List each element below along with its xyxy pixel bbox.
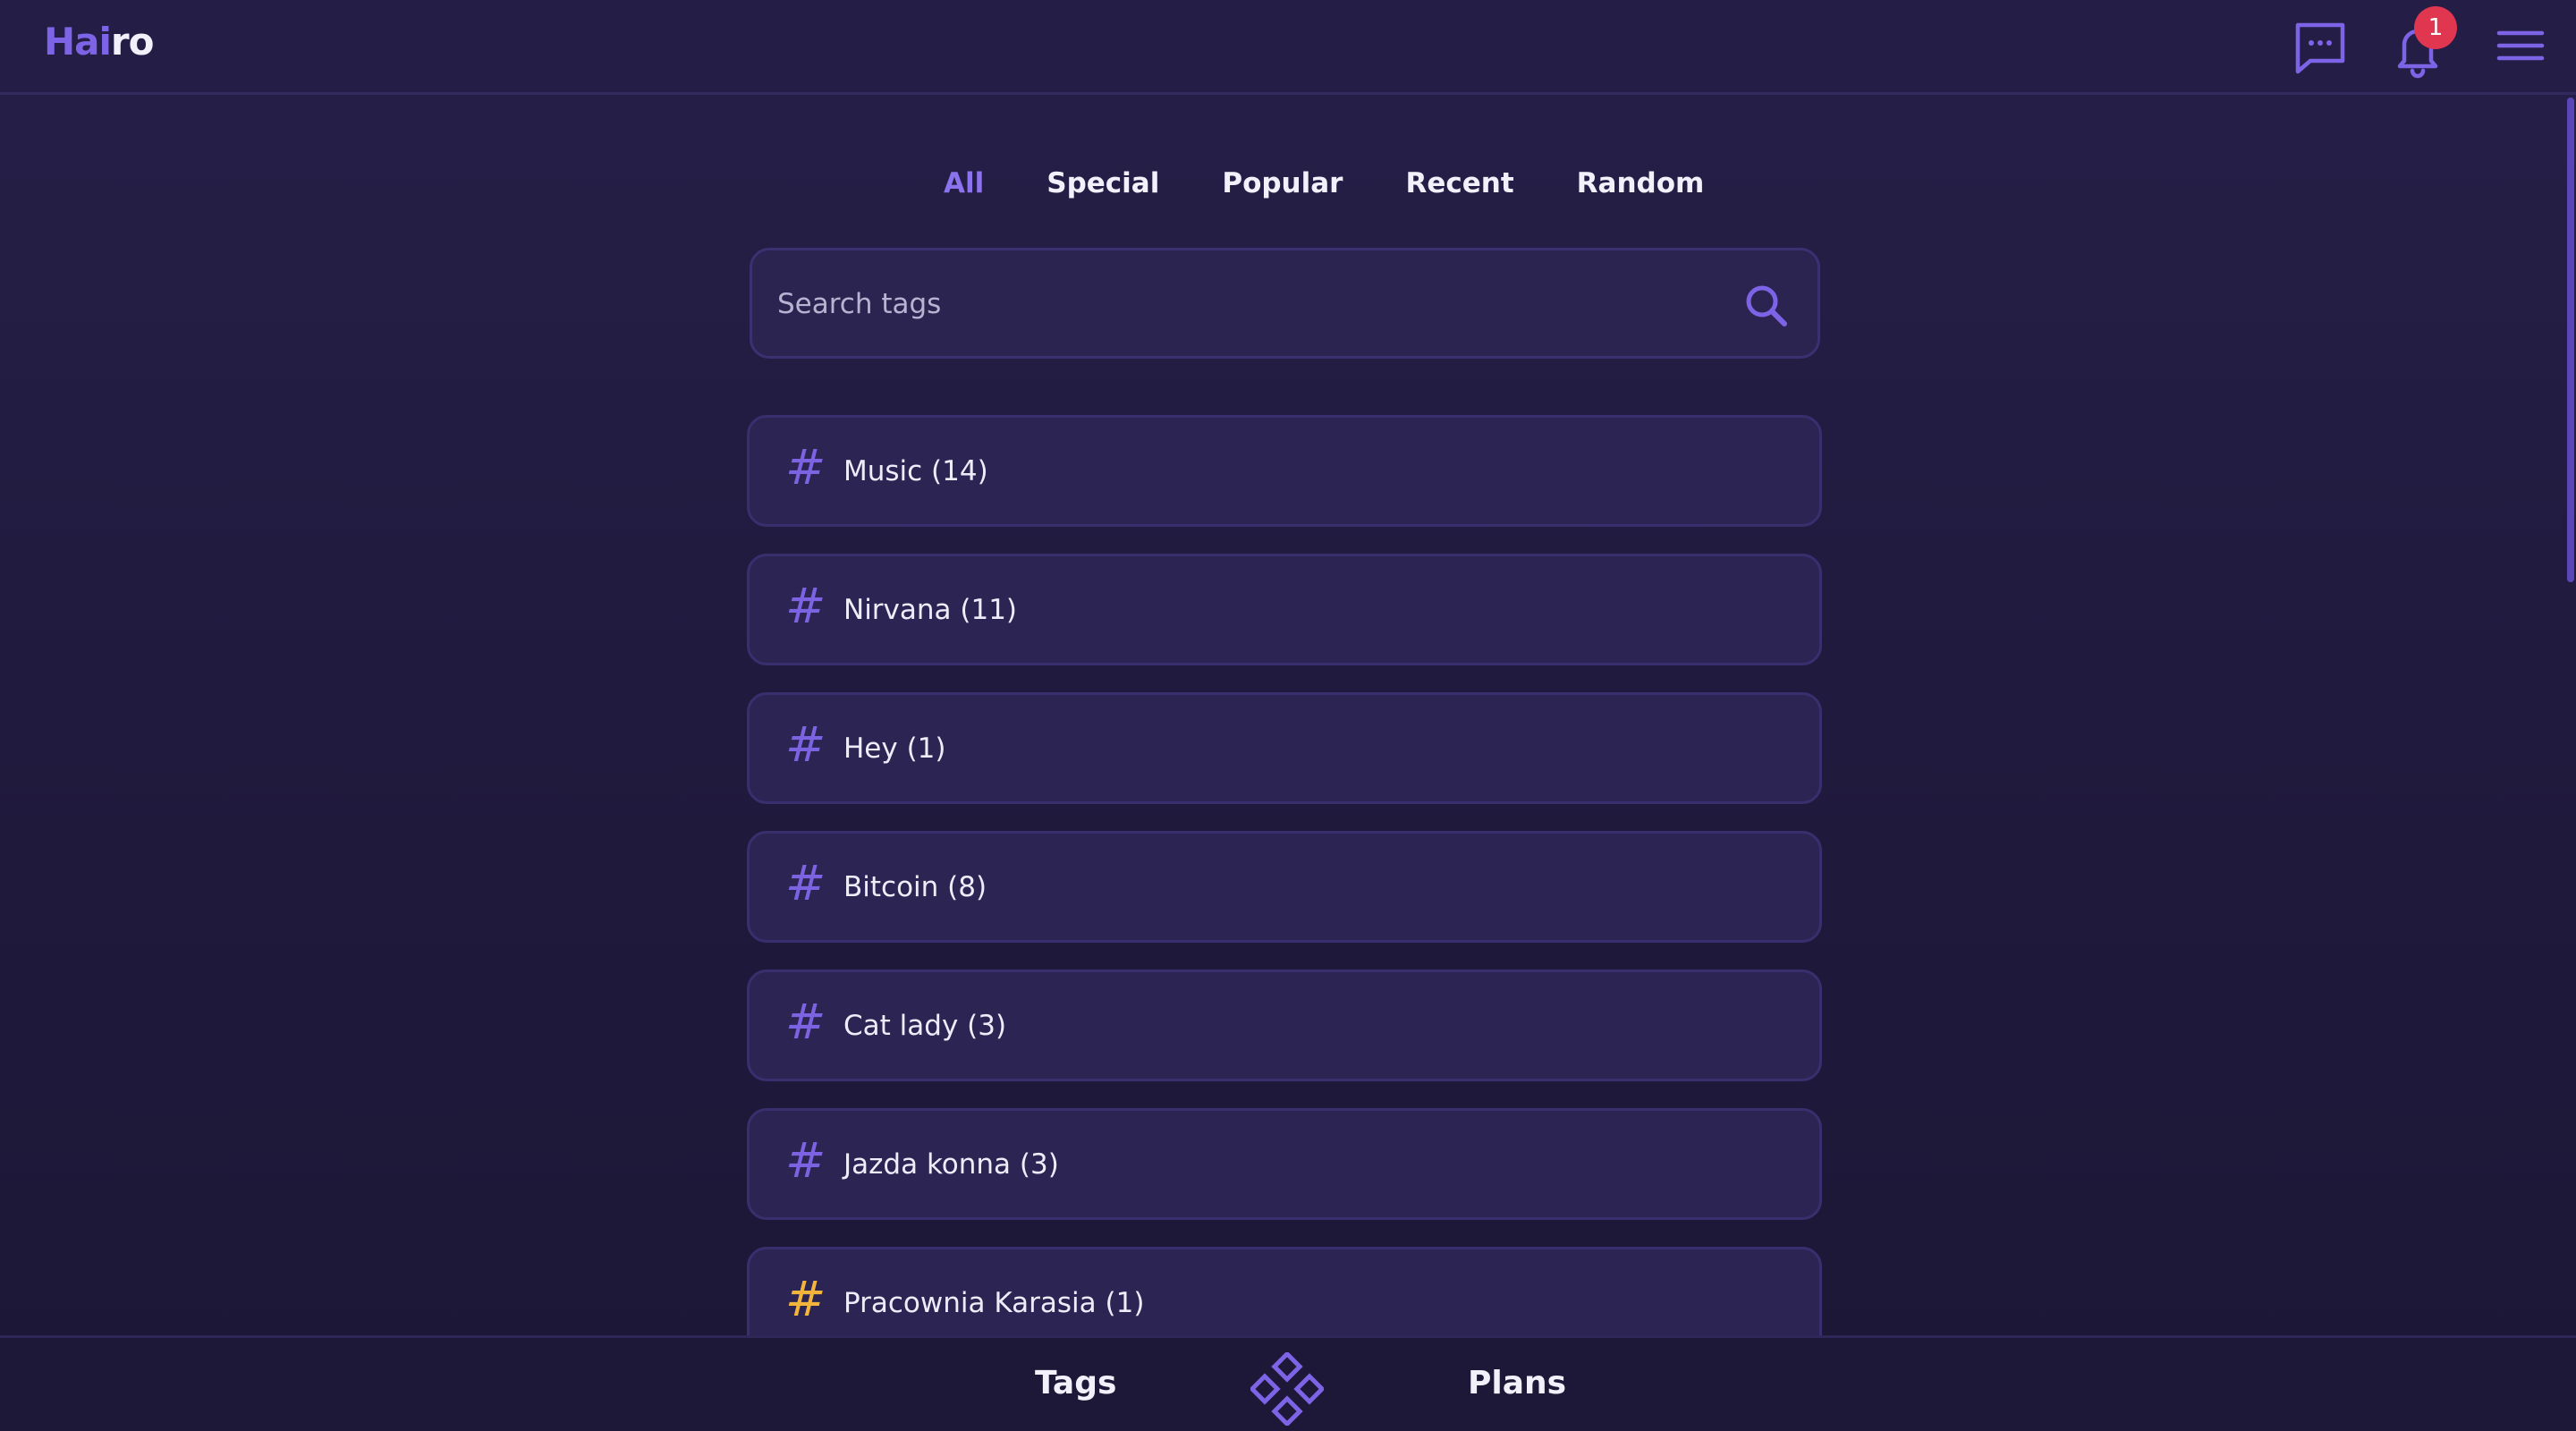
hash-icon: # (785, 855, 826, 911)
search-input[interactable] (777, 277, 1672, 331)
search-box (750, 248, 1820, 359)
hash-icon: # (785, 439, 826, 495)
nav-plans[interactable]: Plans (1468, 1365, 1566, 1401)
tag-item-hey[interactable]: # Hey (1) (747, 692, 1822, 804)
diamond-logo-icon[interactable] (1250, 1352, 1324, 1426)
tab-random[interactable]: Random (1546, 161, 1736, 206)
search-icon[interactable] (1741, 280, 1792, 332)
tab-special[interactable]: Special (1015, 161, 1191, 206)
tag-label: Pracownia Karasia (1) (843, 1287, 1145, 1319)
tag-item-nirvana[interactable]: # Nirvana (11) (747, 554, 1822, 665)
tab-popular[interactable]: Popular (1191, 161, 1374, 206)
hash-icon: # (785, 1132, 826, 1189)
tag-item-jazda-konna[interactable]: # Jazda konna (3) (747, 1108, 1822, 1220)
messages-button[interactable] (2287, 16, 2350, 79)
tab-all[interactable]: All (912, 161, 1015, 206)
logo-part-2: ro (110, 20, 155, 64)
tag-label: Nirvana (11) (843, 594, 1018, 626)
hash-icon: # (785, 578, 826, 634)
chat-icon (2295, 22, 2345, 74)
menu-button[interactable] (2487, 16, 2549, 79)
tag-label: Cat lady (3) (843, 1010, 1007, 1042)
filter-tabs: All Special Popular Recent Random (0, 161, 2576, 206)
tag-item-music[interactable]: # Music (14) (747, 415, 1822, 527)
tag-label: Hey (1) (843, 732, 946, 765)
logo-part-1: Hai (44, 20, 112, 64)
hash-icon: # (785, 1271, 826, 1327)
bottom-nav: Tags Plans (0, 1335, 2576, 1431)
tag-label: Bitcoin (8) (843, 871, 987, 903)
tab-recent[interactable]: Recent (1374, 161, 1545, 206)
top-header: Hairo 1 (0, 0, 2576, 95)
tag-label: Music (14) (843, 455, 988, 487)
hash-icon: # (785, 716, 826, 773)
tag-item-bitcoin[interactable]: # Bitcoin (8) (747, 831, 1822, 943)
nav-tags[interactable]: Tags (1035, 1365, 1116, 1401)
hash-icon: # (785, 994, 826, 1050)
menu-icon (2496, 30, 2545, 61)
app-logo[interactable]: Hairo (44, 20, 155, 64)
tag-label: Jazda konna (3) (843, 1148, 1059, 1181)
notification-badge: 1 (2414, 6, 2457, 49)
tag-item-cat-lady[interactable]: # Cat lady (3) (747, 970, 1822, 1081)
